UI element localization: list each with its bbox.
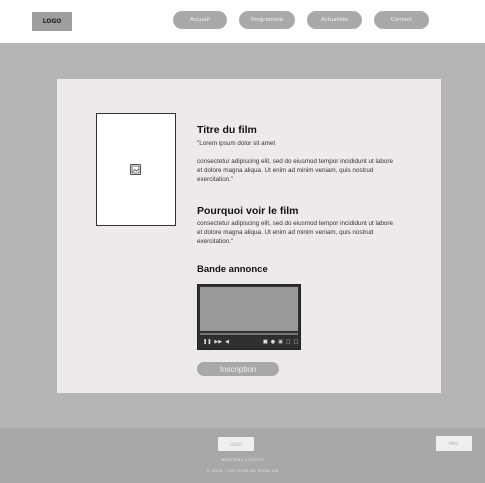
film-poster — [96, 113, 176, 226]
image-placeholder-icon — [130, 164, 141, 175]
pause-icon[interactable]: ❚❚ — [203, 339, 211, 345]
pip-icon[interactable]: ▣ — [278, 339, 283, 345]
expand-icon[interactable]: □ — [294, 339, 299, 345]
legal-link[interactable]: MENTIONS LÉGALES — [0, 458, 485, 462]
film-description: consectetur adipiscing elit, sed do eius… — [197, 158, 394, 183]
logo[interactable]: LOGO — [32, 12, 72, 31]
nav-accueil[interactable]: Accueil — [173, 11, 227, 29]
nav-actualites[interactable]: Actualités — [307, 11, 362, 29]
copyright-text: © 2026 · LES FILMS DE PLEIN AIR — [206, 469, 279, 473]
volume-icon[interactable]: ◀ — [225, 339, 229, 345]
why-watch-text: consectetur adipiscing elit, sed do eius… — [197, 220, 394, 245]
captions-icon[interactable]: ● — [271, 339, 275, 345]
skip-icon[interactable]: ▶▶ — [214, 339, 222, 345]
trailer-heading: Bande annonce — [197, 264, 268, 275]
nav-programme[interactable]: Programme — [239, 11, 295, 29]
footer-mail-button[interactable]: MAIL — [436, 436, 472, 451]
inscription-button[interactable]: Inscription — [197, 362, 279, 376]
film-title: Titre du film — [197, 124, 257, 136]
site-header: LOGO Accueil Programme Actualités Contac… — [0, 0, 485, 43]
footer-logo[interactable]: LOGO — [218, 437, 254, 451]
settings-icon[interactable]: ■ — [263, 339, 268, 345]
why-watch-heading: Pourquoi voir le film — [197, 205, 299, 217]
video-screen[interactable] — [200, 287, 298, 331]
film-tagline: "Lorem ipsum dolor sit amet — [197, 140, 276, 147]
fullscreen-icon[interactable]: □ — [286, 339, 291, 345]
trailer-video-player[interactable]: ❚❚ ▶▶ ◀ ■ ● ▣ □ □ — [197, 284, 301, 350]
nav-contact[interactable]: Contact — [374, 11, 429, 29]
video-progress-bar[interactable] — [200, 333, 298, 335]
video-controls: ❚❚ ▶▶ ◀ ■ ● ▣ □ □ — [200, 336, 298, 347]
